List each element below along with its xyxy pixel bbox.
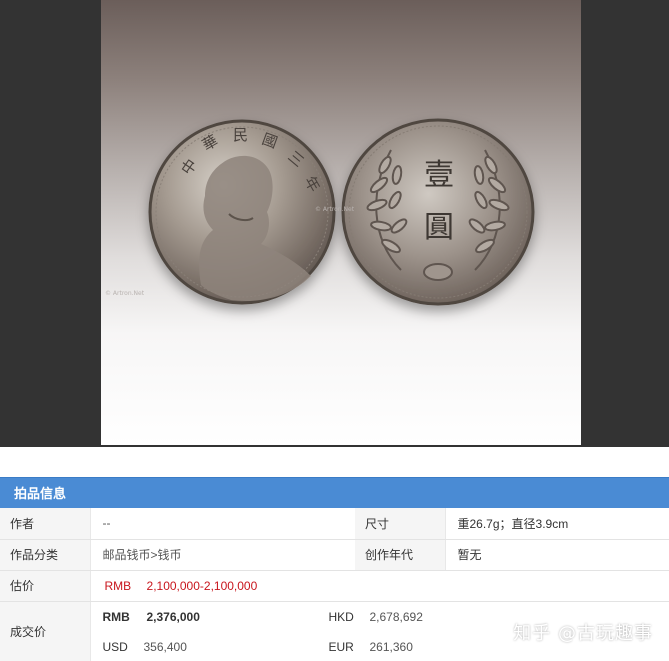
size-value: 重26.7g；直径3.9cm — [445, 508, 669, 540]
svg-text:民: 民 — [233, 126, 248, 144]
coin-illustration: 中 華 民 國 三 年 — [148, 118, 535, 306]
sold-label: 成交价 — [0, 601, 91, 661]
sold-usd-code: USD — [102, 639, 128, 654]
table-row: 作品分类 邮品钱币>钱币 创作年代 暂无 — [0, 539, 669, 571]
reverse-legend-char-2: 圓 — [424, 210, 454, 245]
sold-rmb-code: RMB — [102, 609, 130, 624]
sold-eur-code: EUR — [328, 639, 354, 654]
estimate-currency: RMB — [104, 578, 132, 593]
year-label: 创作年代 — [355, 539, 446, 571]
panel-title: 拍品信息 — [0, 477, 669, 508]
estimate-value: RMB 2,100,000-2,100,000 — [90, 570, 669, 602]
year-value: 暂无 — [445, 539, 669, 571]
sold-hkd-code: HKD — [328, 609, 354, 624]
reverse-legend-char-1: 壹 — [424, 158, 454, 193]
category-value: 邮品钱币>钱币 — [90, 539, 355, 571]
coin-obverse: 中 華 民 國 三 年 — [148, 119, 336, 305]
table-row: 作者 -- 尺寸 重26.7g；直径3.9cm — [0, 508, 669, 540]
sold-eur-amount: 261,360 — [369, 639, 413, 654]
sold-rmb-amount: 2,376,000 — [146, 609, 200, 624]
author-label: 作者 — [0, 508, 91, 540]
sold-hkd-amount: 2,678,692 — [369, 609, 423, 624]
photo-watermark-left: © Artron.Net — [105, 290, 145, 297]
sold-usd-amount: 356,400 — [143, 639, 187, 654]
estimate-label: 估价 — [0, 570, 91, 602]
table-row: 估价 RMB 2,100,000-2,100,000 — [0, 570, 669, 602]
photo-watermark-mid: © Artron.Net — [315, 206, 355, 213]
estimate-range: 2,100,000-2,100,000 — [146, 578, 258, 593]
lot-info-panel: 拍品信息 作者 -- 尺寸 重26.7g；直径3.9cm 作品分类 邮品钱币>钱… — [0, 477, 669, 661]
category-label: 作品分类 — [0, 539, 91, 571]
size-label: 尺寸 — [355, 508, 446, 540]
zhihu-watermark: 知乎 @古玩趣事 — [513, 623, 653, 644]
image-viewer: 中 華 民 國 三 年 © Artron.Net © Artron.Net 壹 … — [0, 0, 669, 447]
author-value: -- — [90, 508, 355, 540]
coin-photo[interactable]: 中 華 民 國 三 年 © Artron.Net © Artron.Net 壹 … — [101, 0, 581, 445]
